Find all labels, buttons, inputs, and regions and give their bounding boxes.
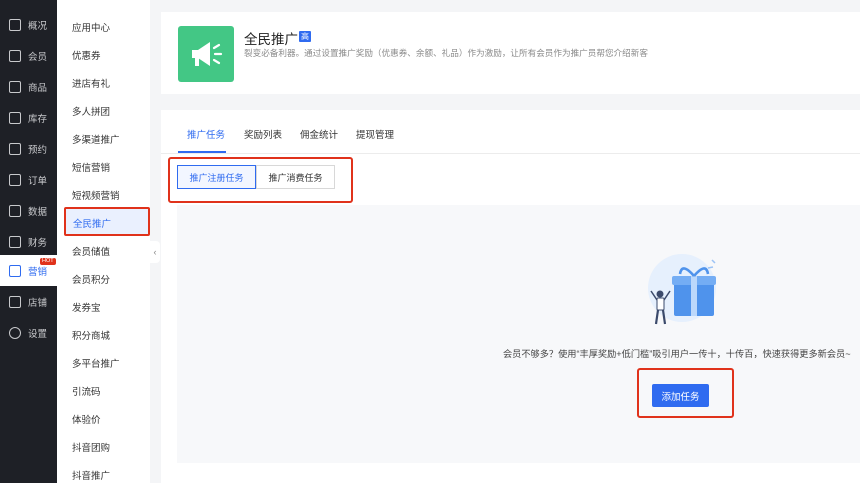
submenu-item[interactable]: 短信营销	[72, 160, 110, 174]
submenu-active-label: 全民推广	[73, 219, 112, 230]
submenu-item[interactable]: 会员储值	[72, 244, 110, 258]
nav-item-settings[interactable]: 设置	[0, 317, 57, 348]
nav-item-label: 设置	[28, 328, 48, 340]
nav-item-label: 库存	[28, 113, 48, 125]
add-task-button[interactable]: 添加任务	[652, 384, 709, 407]
segment-consume-task[interactable]: 推广消费任务	[256, 165, 335, 189]
nav-item-member[interactable]: 会员	[0, 40, 57, 71]
chart-icon	[9, 204, 21, 217]
submenu-item[interactable]: 优惠券	[72, 48, 101, 62]
submenu-item[interactable]: 抖音推广	[72, 468, 110, 482]
wallet-icon	[9, 235, 21, 248]
submenu-item[interactable]: 多人拼团	[72, 104, 110, 118]
nav-item-label: 营销	[28, 266, 48, 278]
nav-item-inventory[interactable]: 库存	[0, 102, 57, 133]
megaphone-icon	[178, 26, 234, 82]
main-nav: 概况 会员 商品 库存 预约 订单 数据 财务 营销 HOT 店铺 设置	[0, 0, 57, 483]
tab-withdraw-manage[interactable]: 提现管理	[356, 127, 394, 141]
tab-promo-tasks[interactable]: 推广任务	[187, 127, 225, 141]
empty-state-area	[177, 205, 860, 463]
calendar-check-icon	[9, 142, 21, 155]
segment-register-task[interactable]: 推广注册任务	[177, 165, 256, 189]
nav-item-overview[interactable]: 概况	[0, 9, 57, 40]
nav-item-label: 财务	[28, 237, 48, 249]
grid-icon	[9, 18, 21, 31]
nav-item-shop[interactable]: 店铺	[0, 286, 57, 317]
submenu-item[interactable]: 发券宝	[72, 300, 101, 314]
nav-item-label: 订单	[28, 175, 48, 187]
nav-item-booking[interactable]: 预约	[0, 133, 57, 164]
tab-commission-stats[interactable]: 佣金统计	[300, 127, 338, 141]
submenu-item[interactable]: 抖音团购	[72, 440, 110, 454]
nav-item-goods[interactable]: 商品	[0, 71, 57, 102]
settings-icon	[9, 326, 21, 339]
marketing-submenu: 应用中心 优惠券 进店有礼 多人拼团 多渠道推广 短信营销 短视频营销 会员储值…	[57, 0, 150, 483]
nav-item-label: 店铺	[28, 297, 48, 309]
tabs-divider	[161, 153, 860, 154]
submenu-item-active[interactable]: 全民推广	[64, 207, 150, 236]
nav-item-marketing[interactable]: 营销 HOT	[0, 255, 57, 286]
crown-icon	[9, 49, 21, 62]
nav-item-data[interactable]: 数据	[0, 195, 57, 226]
empty-state-text: 会员不够多？使用“丰厚奖励+低门槛”吸引用户一传十，十传百，快速获得更多新会员~	[503, 349, 851, 359]
shop-icon	[9, 295, 21, 308]
app-header-card: 全民推广 高 裂变必备利器。通过设置推广奖励（优惠券、余额、礼品）作为激励，让所…	[161, 12, 860, 94]
nav-item-label: 会员	[28, 51, 48, 63]
nav-item-finance[interactable]: 财务	[0, 226, 57, 257]
submenu-item[interactable]: 进店有礼	[72, 76, 110, 90]
level-badge: 高	[299, 31, 311, 42]
page-description: 裂变必备利器。通过设置推广奖励（优惠券、余额、礼品）作为激励，让所有会员作为推广…	[244, 48, 648, 58]
submenu-item[interactable]: 引流码	[72, 384, 101, 398]
tab-reward-list[interactable]: 奖励列表	[244, 127, 282, 141]
nav-item-label: 概况	[28, 20, 48, 32]
box-icon	[9, 111, 21, 124]
nav-item-label: 商品	[28, 82, 48, 94]
submenu-item[interactable]: 短视频营销	[72, 188, 120, 202]
order-icon	[9, 173, 21, 186]
submenu-item[interactable]: 积分商城	[72, 328, 110, 342]
nav-item-orders[interactable]: 订单	[0, 164, 57, 195]
submenu-item[interactable]: 体验价	[72, 412, 101, 426]
nav-item-label: 预约	[28, 144, 48, 156]
hot-badge: HOT	[40, 258, 56, 265]
submenu-item[interactable]: 会员积分	[72, 272, 110, 286]
store-icon	[9, 80, 21, 93]
marketing-icon	[9, 264, 21, 277]
submenu-item[interactable]: 多平台推广	[72, 356, 120, 370]
collapse-chevron-icon[interactable]: ‹	[150, 241, 160, 263]
submenu-item[interactable]: 应用中心	[72, 20, 110, 34]
nav-item-label: 数据	[28, 206, 48, 218]
page-title: 全民推广	[244, 32, 298, 47]
gift-illustration-icon	[648, 254, 716, 325]
submenu-item[interactable]: 多渠道推广	[72, 132, 120, 146]
